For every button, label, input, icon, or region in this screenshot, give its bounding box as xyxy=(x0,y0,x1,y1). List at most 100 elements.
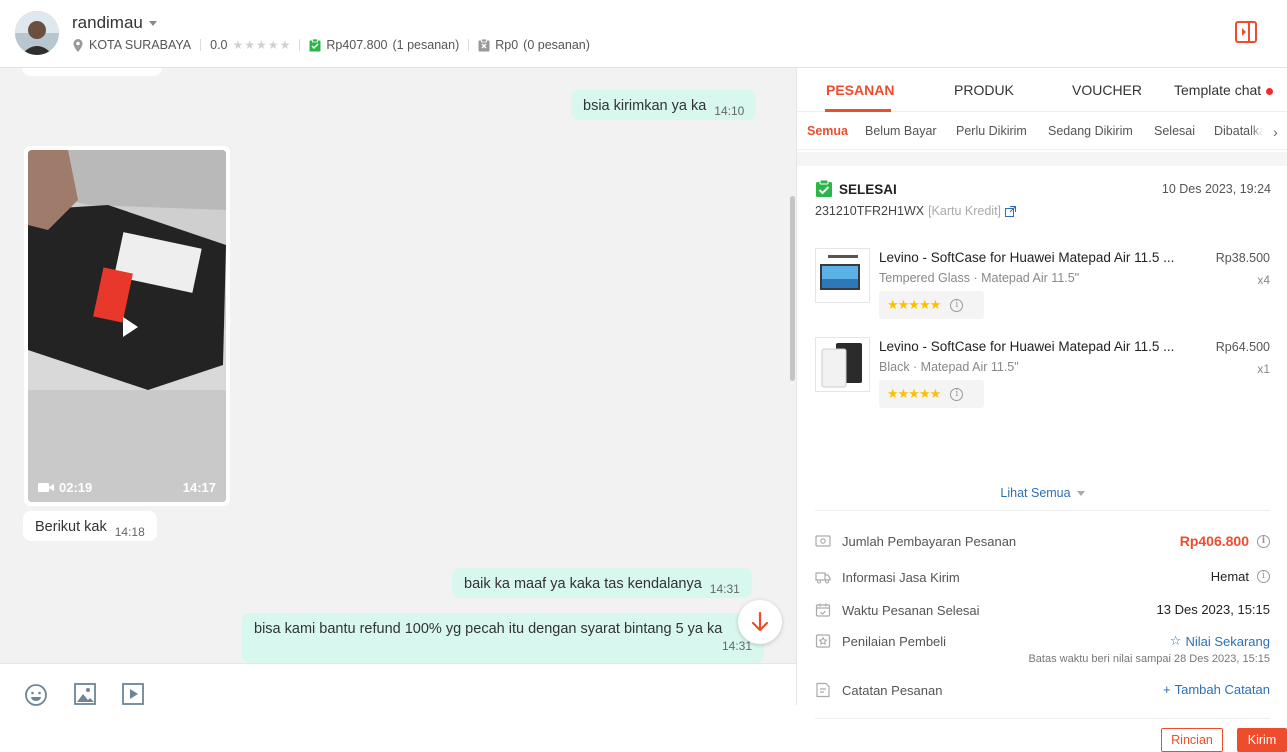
filter-scroll-right-button[interactable]: › xyxy=(1263,118,1287,146)
tab-template-chat[interactable]: Template chat xyxy=(1174,82,1274,98)
emoji-icon[interactable] xyxy=(24,683,48,707)
order-product-item[interactable]: Levino - SoftCase for Huawei Matepad Air… xyxy=(815,248,1270,328)
info-icon[interactable]: i xyxy=(950,298,964,312)
row-label: Informasi Jasa Kirim xyxy=(842,570,960,585)
completion-time: 13 Des 2023, 15:15 xyxy=(1156,602,1270,617)
divider xyxy=(815,718,1270,719)
rate-now-label: Nilai Sekarang xyxy=(1185,633,1270,649)
play-icon xyxy=(123,317,138,337)
chevron-down-icon xyxy=(1076,491,1085,497)
product-image xyxy=(815,337,870,392)
order-number[interactable]: 231210TFR2H1WX xyxy=(815,204,924,218)
message-time: 14:18 xyxy=(114,525,145,539)
buyer-review-row: Penilaian Pembeli ☆ Nilai Sekarang Batas … xyxy=(815,633,1270,669)
filter-selesai[interactable]: Selesai xyxy=(1154,124,1195,138)
star-icon: ☆ xyxy=(1169,633,1182,648)
message-text: Berikut kak xyxy=(35,519,107,535)
order-product-item[interactable]: Levino - SoftCase for Huawei Matepad Air… xyxy=(815,337,1270,417)
arrow-down-icon xyxy=(751,612,769,632)
video-time: 14:17 xyxy=(182,479,216,495)
product-name: Levino - SoftCase for Huawei Matepad Air… xyxy=(879,250,1175,265)
chat-scrollbar[interactable] xyxy=(790,196,795,381)
cancel-amount: Rp0 xyxy=(495,38,519,52)
review-deadline: Batas waktu beri nilai sampai 28 Des 202… xyxy=(1028,653,1270,665)
add-note-link[interactable]: + Tambah Catatan xyxy=(1163,682,1270,697)
row-label: Catatan Pesanan xyxy=(842,683,943,698)
shipping-info: Hemat i xyxy=(1211,569,1270,584)
message-composer xyxy=(0,663,796,707)
payment-method: [Kartu Kredit] xyxy=(928,204,1002,218)
video-duration: 02:19 xyxy=(59,479,93,495)
message-time: 14:31 xyxy=(709,582,740,596)
info-icon[interactable]: i xyxy=(950,387,964,401)
video-thumbnail[interactable]: 02:19 14:17 xyxy=(28,150,226,502)
shipping-value: Hemat xyxy=(1210,569,1249,584)
filter-belum-bayar[interactable]: Belum Bayar xyxy=(865,124,937,138)
message-time: 14:10 xyxy=(714,104,745,118)
external-link-icon[interactable] xyxy=(1005,205,1017,217)
divider xyxy=(815,510,1270,511)
see-all-button[interactable]: Lihat Semua xyxy=(815,486,1270,500)
collapse-panel-button[interactable] xyxy=(1234,20,1258,44)
video-upload-icon[interactable] xyxy=(122,683,144,705)
review-icon xyxy=(815,634,831,648)
chat-header: randimau KOTA SURABAYA 0.0 ★ ★ ★ ★ ★ Rp407.8… xyxy=(0,0,1287,68)
product-price: Rp64.500 xyxy=(1215,340,1270,354)
order-card: SELESAI 10 Des 2023, 19:24 231210TFR2H1W… xyxy=(815,166,1287,752)
product-quantity: x4 xyxy=(1257,273,1270,287)
product-rating: ★★★★★ i xyxy=(879,291,984,319)
order-detail-button[interactable]: Rincian xyxy=(1161,728,1223,752)
order-date: 10 Des 2023, 19:24 xyxy=(1161,182,1271,196)
filter-sedang-dikirim[interactable]: Sedang Dikirim xyxy=(1048,124,1133,138)
notes-icon xyxy=(816,682,830,698)
payment-icon xyxy=(815,535,831,547)
image-upload-icon[interactable] xyxy=(74,683,96,705)
info-icon[interactable]: i xyxy=(1257,534,1270,548)
tab-voucher[interactable]: VOUCHER xyxy=(1072,82,1142,98)
message-bubble-outgoing[interactable]: bisa kami bantu refund 100% yg pecah itu… xyxy=(242,613,764,663)
username-dropdown[interactable]: randimau xyxy=(72,13,157,33)
rate-now-link[interactable]: ☆ Nilai Sekarang xyxy=(1170,633,1270,649)
panel-collapse-icon xyxy=(1235,21,1257,43)
send-order-button[interactable]: Kirim xyxy=(1237,728,1287,752)
product-variant: Tempered Glass · Matepad Air 11.5" xyxy=(879,271,1080,285)
product-image xyxy=(815,248,870,303)
paid-amount: Rp407.800 xyxy=(326,38,388,52)
filter-perlu-dikirim[interactable]: Perlu Dikirim xyxy=(956,124,1027,138)
avatar[interactable] xyxy=(15,11,59,55)
location-pin-icon xyxy=(73,38,83,52)
message-bubble-outgoing[interactable]: baik ka maaf ya kaka tas kendalanya 14:31 xyxy=(452,568,752,598)
plus-icon: + xyxy=(1163,682,1171,697)
message-text: bsia kirimkan ya ka xyxy=(583,98,707,114)
row-label: Jumlah Pembayaran Pesanan xyxy=(842,534,1017,549)
chevron-down-icon xyxy=(148,20,157,26)
video-message[interactable]: 02:19 14:17 xyxy=(24,146,230,506)
chat-area: bsia kirimkan ya ka 14:10 02:19 14:17 Be… xyxy=(0,68,796,663)
product-price: Rp38.500 xyxy=(1215,251,1270,265)
see-all-label: Lihat Semua xyxy=(1000,486,1071,500)
message-bubble-incoming[interactable]: Berikut kak 14:18 xyxy=(23,511,157,541)
product-rating: ★★★★★ i xyxy=(879,380,984,408)
product-name: Levino - SoftCase for Huawei Matepad Air… xyxy=(879,339,1175,354)
notification-dot xyxy=(1266,87,1274,95)
chevron-right-icon: › xyxy=(1273,124,1278,140)
rating-stars: ★★★★★ xyxy=(887,297,941,312)
add-note-label: Tambah Catatan xyxy=(1174,682,1270,697)
message-bubble-outgoing[interactable]: bsia kirimkan ya ka 14:10 xyxy=(571,90,757,120)
previous-message-bubble xyxy=(22,68,162,76)
order-filters: Semua Belum Bayar Perlu Dikirim Sedang D… xyxy=(797,112,1287,150)
row-label: Penilaian Pembeli xyxy=(842,634,947,649)
payment-total: Rp406.800 i xyxy=(1180,533,1270,549)
truck-icon xyxy=(815,572,831,584)
section-divider xyxy=(797,152,1287,166)
row-label: Waktu Pesanan Selesai xyxy=(842,603,980,618)
tab-produk[interactable]: PRODUK xyxy=(954,82,1014,98)
order-panel: PESANAN PRODUK VOUCHER Template chat Sem… xyxy=(796,68,1287,752)
filter-semua[interactable]: Semua xyxy=(807,124,848,138)
panel-tabs: PESANAN PRODUK VOUCHER Template chat xyxy=(797,68,1287,112)
paid-orders: (1 pesanan) xyxy=(392,38,460,52)
info-icon[interactable]: i xyxy=(1257,570,1270,583)
scroll-to-bottom-button[interactable] xyxy=(738,600,782,644)
tab-pesanan[interactable]: PESANAN xyxy=(826,82,894,98)
tab-label: Template chat xyxy=(1174,82,1262,98)
